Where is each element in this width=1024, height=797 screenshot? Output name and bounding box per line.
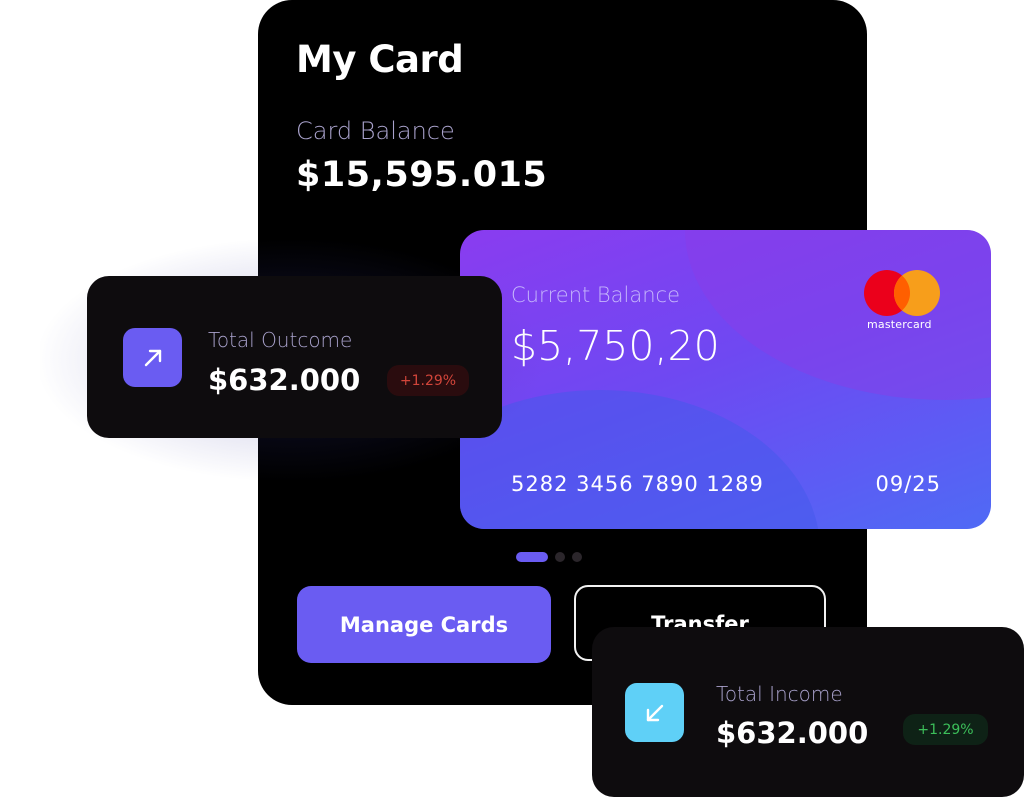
page-title: My Card xyxy=(296,38,464,81)
income-change-badge: +1.29% xyxy=(903,714,988,745)
manage-cards-button[interactable]: Manage Cards xyxy=(297,586,551,663)
stage: My Card Card Balance $15,595.015 Manage … xyxy=(0,0,1024,797)
card-number: 5282 3456 7890 1289 xyxy=(511,472,764,496)
card-pagination xyxy=(516,552,582,562)
total-income-card[interactable]: Total Income $632.000 +1.29% xyxy=(592,627,1024,797)
outcome-change-badge: +1.29% xyxy=(387,365,469,396)
total-outcome-value: $632.000 xyxy=(208,363,361,397)
pagination-dot-active[interactable] xyxy=(516,552,548,562)
arrow-down-left-icon xyxy=(625,683,684,742)
card-balance-value: $15,595.015 xyxy=(296,155,548,195)
card-balance-label: Card Balance xyxy=(296,117,455,145)
total-outcome-label: Total Outcome xyxy=(208,328,353,352)
pagination-dot[interactable] xyxy=(555,552,565,562)
pagination-dot[interactable] xyxy=(572,552,582,562)
card-expiry: 09/25 xyxy=(875,472,941,496)
card-decoration xyxy=(685,230,991,400)
mastercard-logo: mastercard xyxy=(864,270,944,336)
mastercard-icon xyxy=(864,270,942,316)
card-brand-label: mastercard xyxy=(867,318,932,331)
current-balance-value: $5,750,20 xyxy=(511,322,720,370)
arrow-up-right-icon xyxy=(123,328,182,387)
total-income-label: Total Income xyxy=(716,682,843,706)
total-income-value: $632.000 xyxy=(716,716,869,750)
total-outcome-card[interactable]: Total Outcome $632.000 +1.29% xyxy=(87,276,502,438)
